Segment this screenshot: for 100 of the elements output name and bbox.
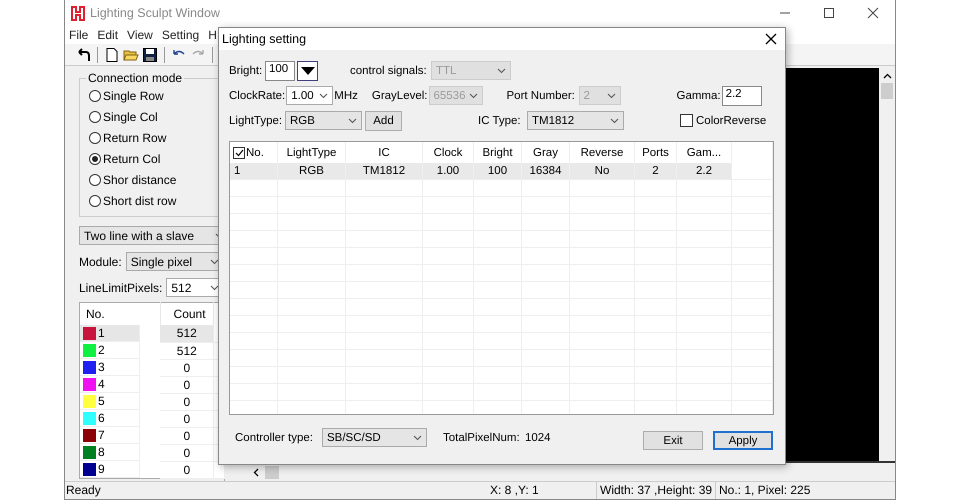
new-file-icon[interactable] — [104, 46, 120, 62]
table-cell: 1.00 — [422, 163, 474, 180]
close-icon[interactable] — [865, 7, 881, 19]
table-cell: 0 — [160, 410, 214, 427]
radio-button[interactable]: Single Row — [89, 85, 218, 106]
table-cell: TM1812 — [346, 163, 422, 180]
menu-item[interactable]: Edit — [97, 28, 118, 42]
field-label: LineLimitPixels: — [79, 280, 162, 294]
table-cell: 100 — [474, 163, 522, 180]
column-header: Bright — [482, 146, 513, 158]
save-icon[interactable] — [142, 46, 158, 62]
table-cell: 0 — [160, 393, 214, 410]
table-row[interactable]: 1 RGB TM1812 1.00 100 16384 No 2 2.2 — [230, 163, 772, 180]
table-cell: 0 — [160, 359, 214, 376]
table-cell: RGB — [278, 163, 346, 180]
field-label: LightType: — [229, 114, 284, 126]
input-field[interactable]: 100 — [265, 60, 295, 80]
group-title: Connection mode — [86, 71, 184, 85]
field-label: GrayLevel: — [372, 90, 428, 102]
table-cell: 512 — [160, 325, 214, 342]
status-text: X: 8 ,Y: 1 — [489, 482, 540, 499]
menu-item[interactable]: Setting — [162, 28, 200, 42]
dialog-button[interactable]: Apply — [713, 431, 773, 450]
triangle-down-icon — [300, 66, 314, 74]
column-header: LightType — [286, 146, 336, 158]
table-cell: 3 — [98, 360, 105, 374]
field-label: IC Type: — [478, 114, 522, 126]
column-header: No. — [246, 146, 264, 158]
table-cell: 0 — [160, 444, 214, 461]
column-header: Reverse — [580, 146, 624, 158]
checkbox[interactable]: ColorReverse — [680, 114, 766, 127]
caret-icon — [319, 92, 328, 98]
table-cell: 2 — [98, 343, 105, 357]
table-cell: 0 — [160, 427, 214, 444]
field-label: TotalPixelNum: — [443, 432, 521, 444]
caret-icon — [210, 258, 219, 264]
dropdown-button[interactable] — [297, 60, 318, 80]
dropdown[interactable]: TM1812 — [527, 111, 624, 130]
table-cell: 0 — [160, 461, 214, 478]
caret-icon — [610, 118, 619, 124]
window-title: Lighting Sculpt Window — [90, 6, 220, 20]
field-label: ClockRate: — [229, 90, 286, 102]
scroll-left-icon — [253, 468, 259, 476]
menu-item[interactable]: View — [127, 28, 153, 42]
add-button[interactable]: Add — [365, 110, 402, 130]
status-text: No.: 1, Pixel: 225 — [715, 482, 895, 499]
table-cell: 6 — [98, 411, 105, 425]
caret-icon — [468, 92, 478, 98]
field-label: Bright: — [229, 64, 264, 76]
checkbox[interactable] — [233, 146, 245, 158]
caret-icon — [210, 284, 219, 290]
scroll-up-icon — [882, 73, 892, 79]
scroll-thumb[interactable] — [265, 466, 279, 478]
dropdown[interactable]: SB/SC/SD — [322, 428, 427, 447]
radio-button[interactable]: Shor distance — [89, 169, 218, 190]
scroll-thumb[interactable] — [881, 83, 893, 99]
dialog-title: Lighting setting — [222, 32, 306, 46]
table-cell: 2.2 — [676, 163, 732, 180]
menu-item[interactable]: File — [69, 28, 88, 42]
table-cell: 16384 — [522, 163, 570, 180]
table-cell: 512 — [160, 342, 214, 359]
column-header: Gray — [533, 146, 558, 158]
caret-icon — [497, 68, 506, 74]
table-cell: 7 — [98, 428, 105, 442]
radio-button[interactable]: Return Col — [89, 148, 218, 169]
radio-button[interactable]: Short dist row — [89, 190, 218, 211]
dropdown[interactable]: 1.00 — [286, 86, 334, 105]
field-label: Port Number: — [506, 90, 576, 102]
column-header: Clock — [434, 146, 462, 158]
unit-label: MHz — [334, 90, 358, 102]
table-cell: 9 — [98, 462, 105, 476]
status-text: Width: 37 ,Height: 39 — [596, 482, 715, 499]
radio-button[interactable]: Return Row — [89, 127, 218, 148]
column-header: IC — [378, 146, 390, 158]
field-label: control signals: — [350, 64, 428, 76]
field-label: Module: — [79, 254, 122, 268]
radio-button[interactable]: Single Col — [89, 106, 218, 127]
table-cell: 1 — [98, 326, 105, 340]
table-cell: No — [570, 163, 634, 180]
app-logo-icon — [71, 5, 85, 21]
caret-icon — [606, 92, 616, 98]
field-label: Gamma: — [676, 90, 722, 102]
dialog-button[interactable]: Exit — [643, 431, 703, 450]
caret-icon — [413, 434, 422, 440]
caret-icon — [348, 118, 357, 124]
table-row[interactable]: 1 512 — [80, 325, 224, 342]
table-cell: 2 — [634, 163, 676, 180]
table-cell: 4 — [98, 377, 105, 391]
table-cell: 8 — [98, 445, 105, 459]
status-text: Ready — [65, 482, 102, 499]
maximize-icon[interactable] — [821, 7, 837, 19]
table-cell: 1 — [230, 163, 278, 180]
menu-item[interactable]: H — [208, 28, 217, 42]
close-icon[interactable] — [764, 32, 778, 46]
value-text: 1024 — [525, 432, 551, 444]
dropdown[interactable]: RGB — [285, 111, 362, 130]
checkmark-icon — [234, 148, 244, 156]
input-field[interactable]: 2.2 — [722, 86, 762, 106]
table-cell: 5 — [98, 394, 105, 408]
field-label: Controller type: — [235, 432, 314, 444]
